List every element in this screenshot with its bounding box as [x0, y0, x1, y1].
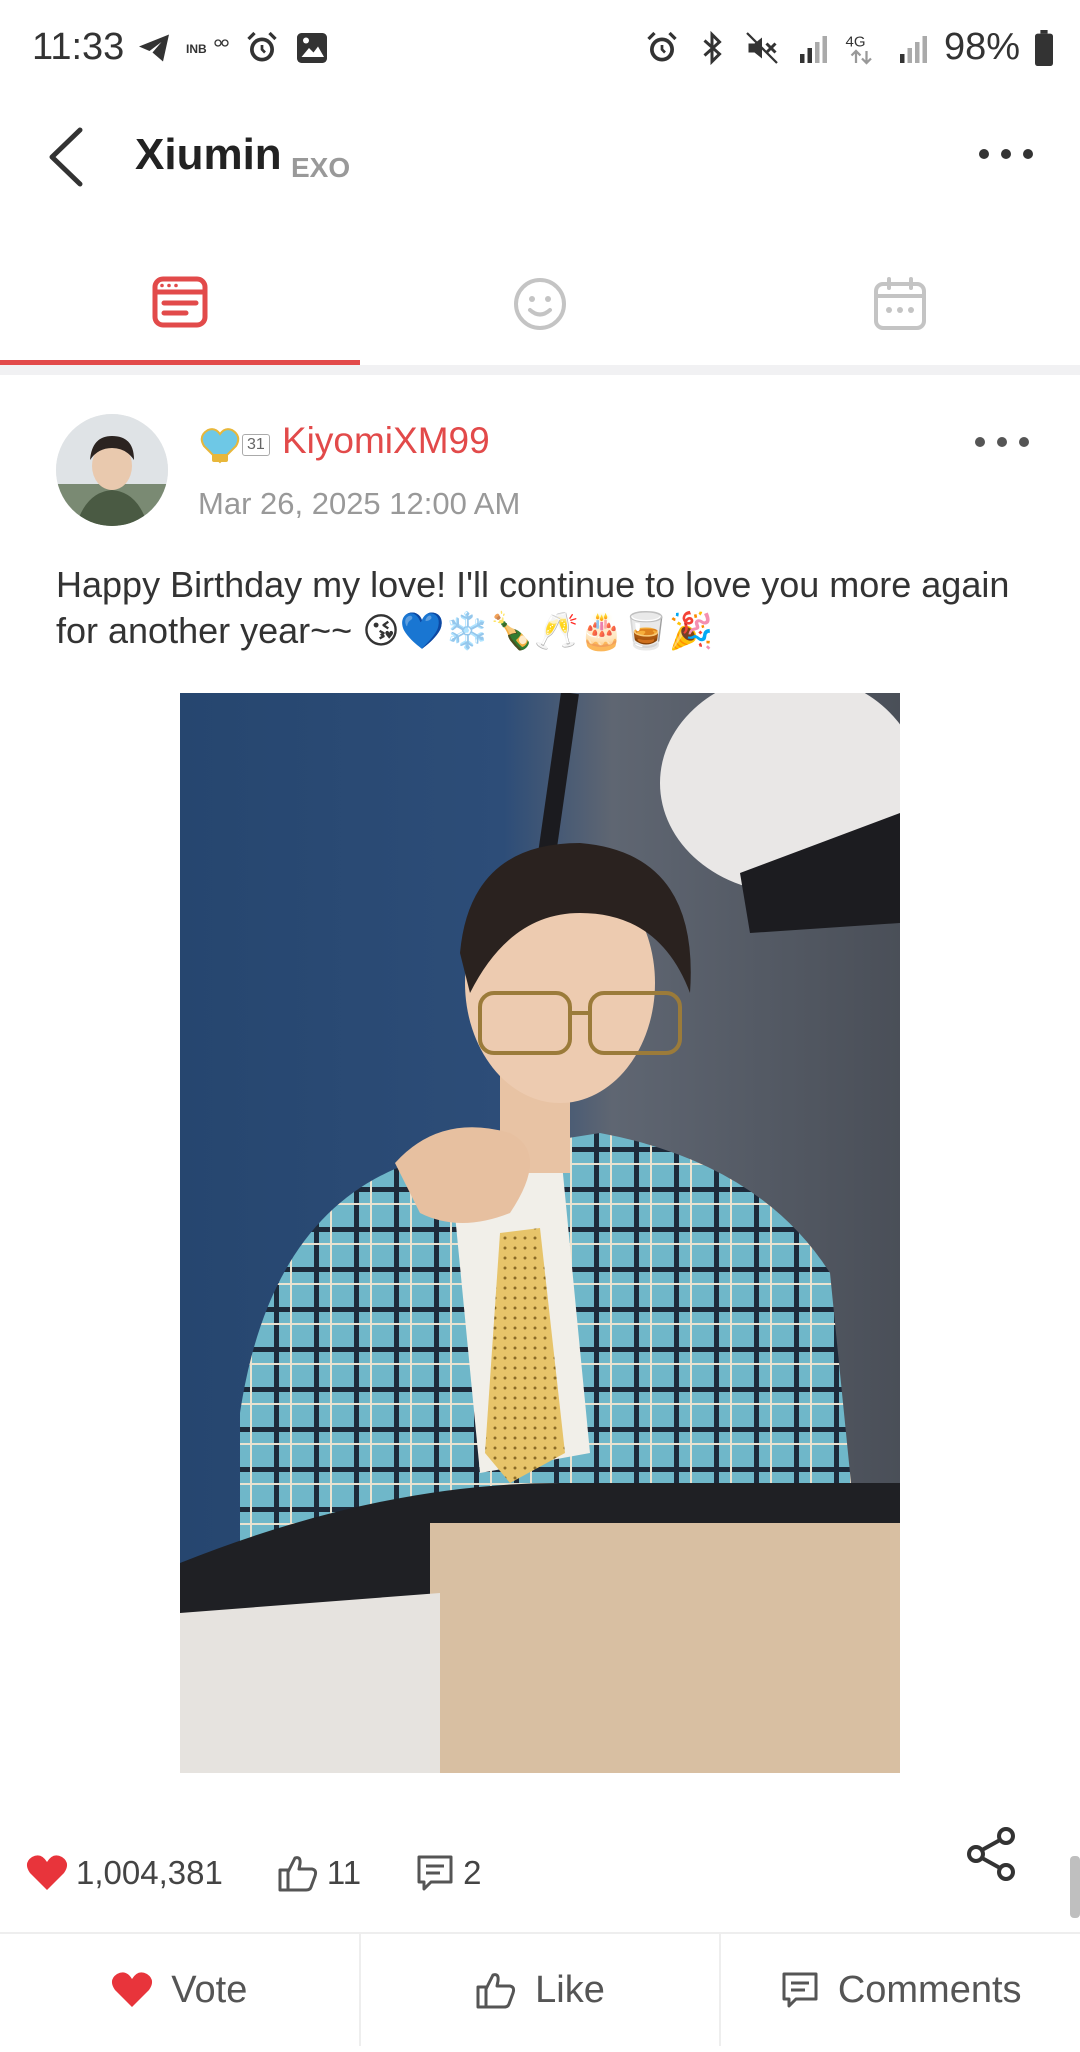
thumbs-up-icon [476, 1973, 516, 2009]
tab-emoji[interactable] [360, 250, 720, 370]
user-avatar[interactable] [56, 414, 168, 526]
like-button-label: Like [535, 1968, 605, 2011]
badge-level: 31 [242, 434, 270, 456]
vote-button[interactable]: Vote [0, 1934, 361, 2046]
vote-button-label: Vote [171, 1968, 248, 2011]
back-button[interactable] [40, 122, 100, 192]
mute-icon [746, 31, 778, 64]
action-bar: Vote Like Comments [0, 1932, 1080, 2052]
tab-schedule[interactable] [720, 250, 1080, 370]
tab-bar [0, 250, 1080, 370]
vote-count-value: 1,004,381 [76, 1854, 223, 1891]
post-username[interactable]: KiyomiXM99 [282, 420, 490, 462]
page-subtitle: EXO [291, 152, 351, 183]
like-count-value: 11 [326, 1854, 362, 1891]
tabs-divider [0, 365, 1080, 375]
more-options-button[interactable] [976, 144, 1036, 164]
heart-icon [26, 1855, 68, 1890]
post-photo[interactable] [180, 693, 900, 1773]
post-more-button[interactable] [972, 432, 1032, 452]
status-bar: 11:33 INB 4G 98% [0, 0, 1080, 100]
tab-feed[interactable] [0, 250, 360, 370]
svg-text:4G: 4G [845, 33, 865, 50]
user-badge: 31 [200, 424, 270, 466]
signal-icon [899, 35, 927, 63]
inb-icon: INB [186, 39, 229, 56]
vote-count: 1,004,381 [26, 1854, 223, 1892]
comments-button[interactable]: Comments [721, 1934, 1080, 2046]
app-header: Xiumin EXO [0, 100, 1080, 220]
heart-icon [112, 1972, 153, 2007]
status-right-icons: 4G 98% [644, 26, 1054, 69]
photo-image [180, 693, 900, 1773]
like-count: 11 [277, 1854, 361, 1892]
post-emojis: 😘💙❄️🍾🥂🎂🥃🎉 [362, 610, 714, 651]
alarm-icon [247, 31, 277, 62]
thumbs-up-icon [278, 1856, 317, 1892]
status-time: 11:33 [32, 26, 125, 68]
battery-percent: 98% [943, 26, 1020, 68]
telegram-icon [139, 34, 169, 62]
avatar-image [56, 414, 168, 526]
svg-text:INB: INB [186, 42, 207, 56]
comment-icon [782, 1972, 818, 2008]
page-title: Xiumin [135, 130, 282, 179]
post-date: Mar 26, 2025 12:00 AM [198, 486, 521, 521]
smiley-icon [514, 278, 566, 330]
comments-button-label: Comments [837, 1968, 1022, 2011]
post-stats: 1,004,381 11 2 [26, 1845, 535, 1901]
alarm-icon [647, 31, 677, 61]
signal-icon [799, 35, 827, 63]
calendar-icon [874, 277, 926, 330]
heart-badge-icon [200, 428, 240, 464]
battery-icon [1035, 29, 1053, 66]
comment-icon [417, 1855, 453, 1891]
share-button[interactable] [964, 1826, 1020, 1882]
comment-count-value: 2 [463, 1854, 482, 1891]
scrollbar-thumb[interactable] [1070, 1856, 1080, 1918]
bluetooth-icon [703, 30, 722, 65]
4g-icon: 4G [845, 33, 872, 65]
post-body: Happy Birthday my love! I'll continue to… [56, 562, 1036, 654]
feed-icon [152, 276, 208, 328]
gallery-icon [297, 33, 327, 63]
like-button[interactable]: Like [361, 1934, 722, 2046]
comment-count: 2 [415, 1853, 481, 1893]
status-left-icons: INB [136, 30, 330, 66]
